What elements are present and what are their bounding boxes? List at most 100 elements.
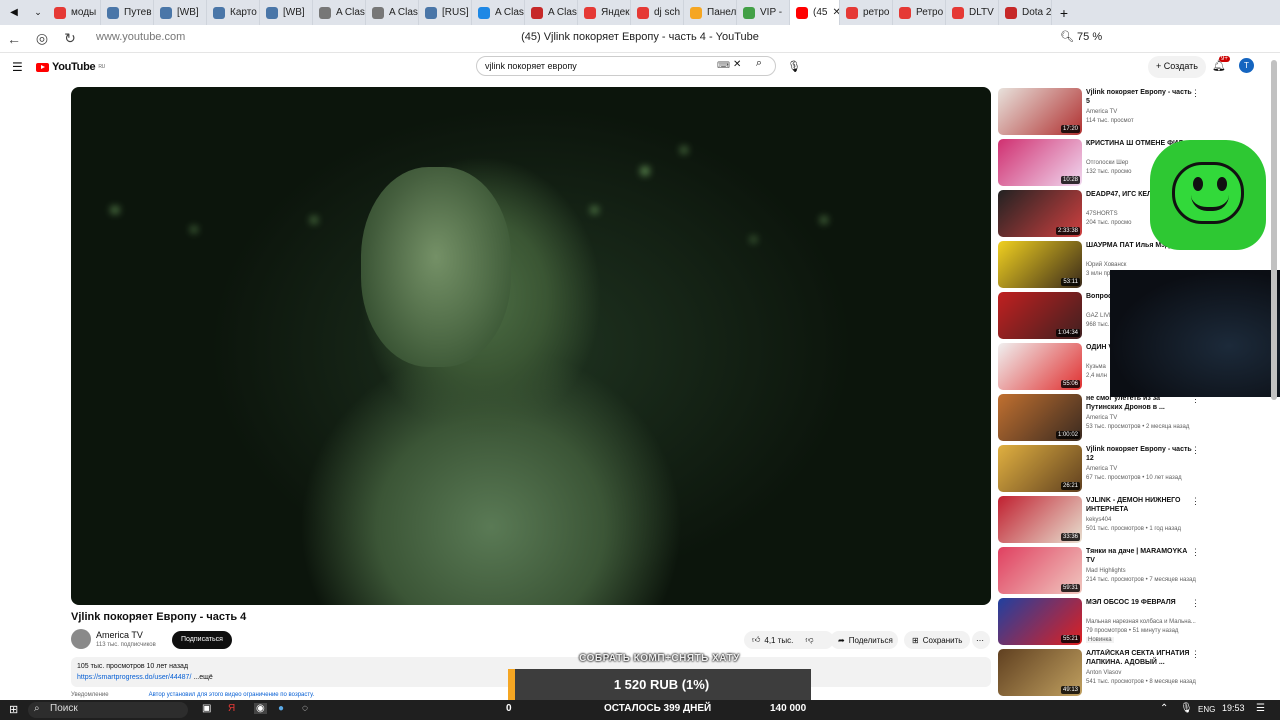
more-options-icon[interactable]: ⋮ (1191, 649, 1200, 660)
recommended-channel[interactable]: Мальная нарезная колбаса и Мальна... (1086, 619, 1196, 625)
browser-tab[interactable]: Путев (101, 0, 154, 25)
recommended-channel[interactable]: America TV (1086, 466, 1117, 472)
recommended-video[interactable]: 17:20 Vjlink покоряет Европу - часть 5 Ame… (998, 88, 1200, 136)
more-options-icon[interactable]: ⋮ (1191, 496, 1200, 507)
channel-avatar[interactable] (71, 629, 91, 649)
browser-tab[interactable]: моды (48, 0, 101, 25)
thumbs-down-icon[interactable]: 👎︎ (805, 635, 813, 645)
more-options-icon[interactable]: ⋮ (1191, 445, 1200, 456)
show-more[interactable]: ...ещё (193, 674, 212, 681)
video-thumbnail[interactable]: 2:33:38 (998, 190, 1082, 237)
browser-tab[interactable]: VIP - (737, 0, 790, 25)
menu-icon[interactable]: ☰ (12, 60, 23, 74)
browser-tab[interactable]: [WB] (260, 0, 313, 25)
browser-tab[interactable]: dj sch (631, 0, 684, 25)
mic-tray-icon[interactable]: 🎙︎ (1180, 703, 1193, 714)
recommended-channel[interactable]: America TV (1086, 415, 1117, 421)
recommended-video[interactable]: 1:00:02 не смог улететь из за Путинских Д… (998, 394, 1200, 442)
microphone-icon[interactable]: 🎙︎ (787, 60, 801, 73)
avatar[interactable]: T (1239, 58, 1254, 73)
recommended-channel[interactable]: Юрий Хованск (1086, 262, 1126, 268)
browser-tab[interactable]: (45 ✕ (790, 0, 840, 25)
search-input[interactable]: vjlink покоряет европу ⌨ ✕ (476, 56, 776, 76)
recommended-channel[interactable]: kekys404 (1086, 517, 1111, 523)
recommended-channel[interactable]: Mad Highlights (1086, 568, 1126, 574)
youtube-logo[interactable]: YouTube RU (36, 61, 105, 73)
browser-tab[interactable]: [WB] (154, 0, 207, 25)
browser-tab[interactable]: A Clas (313, 0, 366, 25)
recommended-video[interactable]: 33:36 VJLINK - ДЕМОН НИЖНЕГО ИНТЕРНЕТА kek… (998, 496, 1200, 544)
recommended-title[interactable]: МЭЛ ОБСОС 19 ФЕВРАЛЯ (1086, 598, 1194, 607)
steam-icon[interactable]: ● (278, 703, 284, 714)
recommended-channel[interactable]: 47SHORTS (1086, 211, 1118, 217)
yandex-browser-icon[interactable]: Я (228, 703, 235, 714)
clear-icon[interactable]: ✕ (733, 59, 741, 70)
recommended-channel[interactable]: Отголоски Шер (1086, 160, 1128, 166)
create-button[interactable]: + Создать (1148, 56, 1206, 78)
browser-tab[interactable]: DLTV (946, 0, 999, 25)
video-thumbnail[interactable]: 53:11 (998, 241, 1082, 288)
recommended-channel[interactable]: Anton Vlasov (1086, 670, 1121, 676)
recommended-title[interactable]: VJLINK - ДЕМОН НИЖНЕГО ИНТЕРНЕТА (1086, 496, 1194, 514)
notifications-icon[interactable]: ☰ (1256, 703, 1265, 714)
recommended-video[interactable]: 59:31 Тянки на даче | MARAMOYKA TV Mad Hig… (998, 547, 1200, 595)
video-thumbnail[interactable]: 17:20 (998, 88, 1082, 135)
video-thumbnail[interactable]: 10:28 (998, 139, 1082, 186)
subscribe-button[interactable]: Подписаться (172, 631, 232, 649)
description-link[interactable]: https://smartprogress.do/user/44487/ (77, 674, 191, 681)
search-icon[interactable]: ⌕ (748, 57, 770, 75)
recommended-title[interactable]: Тянки на даче | MARAMOYKA TV (1086, 547, 1194, 565)
scrollbar[interactable] (1271, 60, 1277, 400)
recommended-title[interactable]: Vjlink покоряет Европу - часть 12 (1086, 445, 1194, 463)
video-thumbnail[interactable]: 33:36 (998, 496, 1082, 543)
save-button[interactable]: ⊞ Сохранить (904, 631, 970, 649)
recommended-channel[interactable]: GAZ LIVE (1086, 313, 1113, 319)
recommended-video[interactable]: 55:21 МЭЛ ОБСОС 19 ФЕВРАЛЯ Мальная нарезна… (998, 598, 1200, 646)
app-icon[interactable]: ◌ (302, 703, 308, 714)
video-player[interactable] (71, 87, 991, 605)
more-options-icon[interactable]: ⋮ (1191, 547, 1200, 558)
channel-name[interactable]: America TV (96, 630, 143, 640)
windows-start-icon[interactable]: ⊞ (9, 703, 18, 716)
recommended-title[interactable]: АЛТАЙСКАЯ СЕКТА ИГНАТИЯ ЛАПКИНА. АДОВЫЙ … (1086, 649, 1194, 667)
chevron-up-icon[interactable]: ⌃ (1160, 703, 1168, 714)
browser-tab[interactable]: Dota 2 (999, 0, 1052, 25)
close-tab-icon[interactable]: ✕ (832, 7, 839, 18)
video-thumbnail[interactable]: 1:04:34 (998, 292, 1082, 339)
notice-text[interactable]: Автор установил для этого видео ограниче… (149, 692, 315, 698)
new-tab-button[interactable]: + (1052, 5, 1076, 21)
browser-tab[interactable]: Ретро (893, 0, 946, 25)
browser-tab[interactable]: Панел (684, 0, 737, 25)
browser-tab[interactable]: Яндек (578, 0, 631, 25)
more-options-icon[interactable]: ⋮ (1191, 598, 1200, 609)
recommended-channel[interactable]: America TV (1086, 109, 1117, 115)
browser-tab[interactable]: Карто (207, 0, 260, 25)
like-button[interactable]: 👍︎ 4,1 тыс. 👎︎ (744, 631, 834, 649)
browser-tab[interactable]: [RUS] (419, 0, 472, 25)
clock[interactable]: 19:53 (1222, 703, 1245, 713)
video-thumbnail[interactable]: 49:13 (998, 649, 1082, 696)
recommended-video[interactable]: 26:21 Vjlink покоряет Европу - часть 12 Am… (998, 445, 1200, 493)
language-indicator[interactable]: ENG (1198, 705, 1215, 714)
browser-tab[interactable]: ретро (840, 0, 893, 25)
browser-tab[interactable]: A Clas (472, 0, 525, 25)
keyboard-icon[interactable]: ⌨ (717, 60, 730, 71)
browser-tab[interactable]: A Clas (366, 0, 419, 25)
browser-tab[interactable]: A Clas (525, 0, 578, 25)
video-thumbnail[interactable]: 59:31 (998, 547, 1082, 594)
video-thumbnail[interactable]: 55:21 (998, 598, 1082, 645)
more-actions-button[interactable]: ⋯ (972, 631, 990, 649)
video-thumbnail[interactable]: 26:21 (998, 445, 1082, 492)
recommended-channel[interactable]: Кузьма (1086, 364, 1106, 370)
recommended-title[interactable]: Vjlink покоряет Европу - часть 5 (1086, 88, 1194, 106)
video-thumbnail[interactable]: 55:06 (998, 343, 1082, 390)
taskbar-search[interactable]: ⌕ Поиск (28, 702, 188, 718)
video-thumbnail[interactable]: 1:00:02 (998, 394, 1082, 441)
share-button[interactable]: ➦ Поделиться (830, 631, 898, 649)
zoom-level[interactable]: 🔍︎ 75 % (1060, 30, 1102, 43)
chevron-down-icon[interactable]: ⌄ (28, 7, 48, 18)
active-app-icon[interactable]: ◉ (254, 703, 267, 714)
task-view-icon[interactable]: ▣ (202, 703, 211, 714)
more-options-icon[interactable]: ⋮ (1191, 88, 1200, 99)
recommended-video[interactable]: 49:13 АЛТАЙСКАЯ СЕКТА ИГНАТИЯ ЛАПКИНА. АД… (998, 649, 1200, 697)
